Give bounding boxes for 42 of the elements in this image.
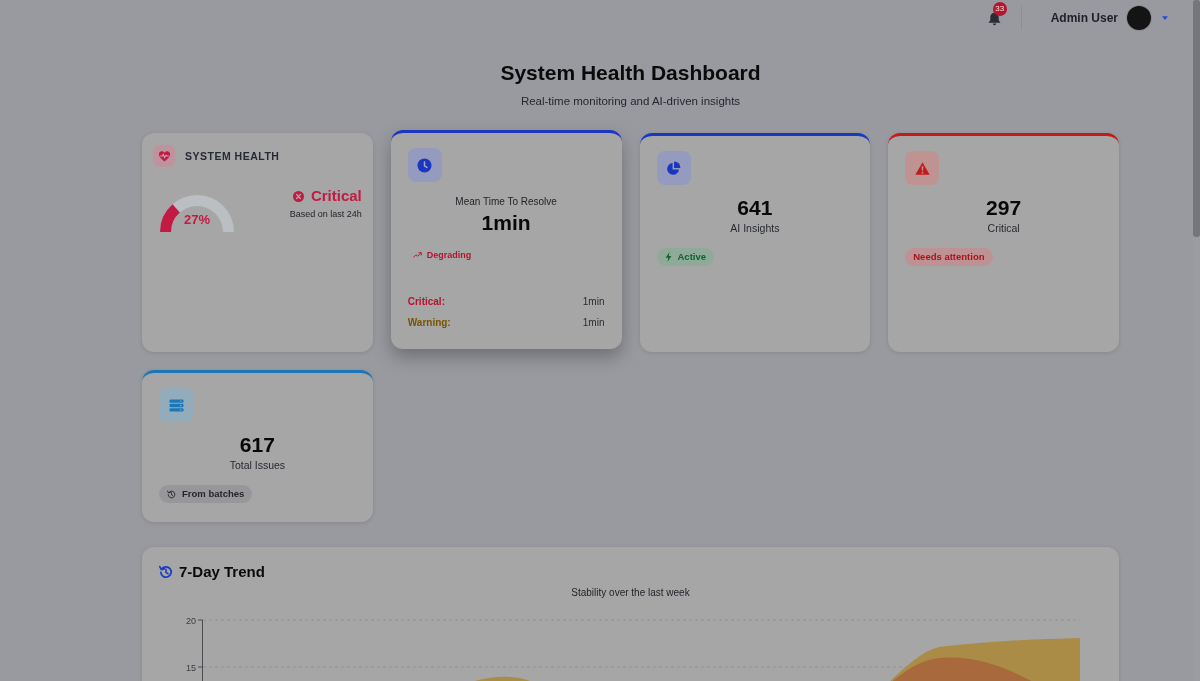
- gauge-reading: 27%: [183, 212, 211, 227]
- chart-subtitle: Stability over the last week: [571, 586, 690, 600]
- page-title: System Health Dashboard: [500, 60, 761, 86]
- scrollbar-thumb[interactable]: [1193, 0, 1200, 237]
- status-label: Active: [677, 251, 706, 263]
- warning-icon: [905, 151, 940, 185]
- axis-tick-label: 15: [186, 662, 196, 673]
- heart-pulse-icon: [153, 145, 175, 167]
- status-note: Based on last 24h: [289, 208, 362, 220]
- metric-value: 617: [239, 432, 275, 458]
- server-icon: [159, 388, 193, 422]
- metric-value: 1min: [481, 210, 531, 236]
- trending-up-icon: [412, 252, 422, 258]
- y-axis: [197, 619, 203, 681]
- metric-label: AI Insights: [730, 221, 780, 235]
- metric-value: 641: [737, 195, 773, 221]
- notification-count: 33: [992, 2, 1007, 16]
- page-subtitle: Real-time monitoring and AI-driven insights: [520, 94, 741, 109]
- breakdown-label: Critical:: [407, 295, 445, 309]
- history-icon: [159, 565, 173, 579]
- trend-label: Degrading: [426, 249, 472, 261]
- breakdown-value: 1min: [582, 295, 605, 309]
- avatar[interactable]: [1127, 6, 1151, 30]
- clock-icon: [407, 148, 442, 182]
- metric-label: Critical: [987, 221, 1020, 235]
- panel-title: 7-Day Trend: [179, 563, 265, 581]
- metric-label: Mean Time To Resolve: [455, 195, 557, 209]
- status-label: Needs attention: [913, 251, 985, 263]
- metric-value: 297: [986, 195, 1022, 221]
- status-label: From batches: [182, 488, 245, 500]
- axis-tick-label: 20: [186, 615, 196, 626]
- metric-label: Total Issues: [229, 458, 286, 472]
- x-circle-icon: [292, 190, 304, 202]
- breakdown-value: 1min: [582, 316, 605, 330]
- status-label: Critical: [310, 187, 362, 205]
- pie-chart-icon: [656, 151, 691, 185]
- lightning-icon: [664, 252, 672, 262]
- card-title: SYSTEM HEALTH: [185, 150, 280, 162]
- bell-icon[interactable]: [987, 12, 1001, 26]
- breakdown-label: Warning:: [407, 316, 451, 330]
- user-name[interactable]: Admin User: [1050, 11, 1118, 25]
- history-icon: [167, 489, 176, 499]
